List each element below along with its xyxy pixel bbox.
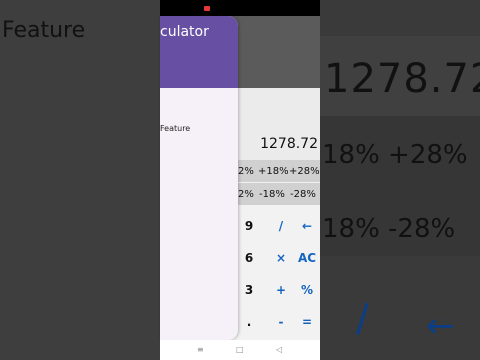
background-keys: / ← bbox=[320, 256, 480, 360]
percent-button-plus-18[interactable]: +18% bbox=[258, 166, 289, 177]
percent-button-minus-2[interactable]: 2% bbox=[238, 189, 254, 200]
key-3[interactable]: 3 bbox=[234, 278, 264, 302]
key-percent[interactable]: % bbox=[292, 278, 320, 302]
percent-button-minus-28[interactable]: -28% bbox=[290, 189, 316, 200]
background-display: 1278.72 bbox=[320, 36, 480, 116]
menu-icon[interactable]: ≡ bbox=[197, 345, 204, 354]
percent-button-plus-2[interactable]: 2% bbox=[238, 166, 254, 177]
drawer-header: culator bbox=[160, 16, 238, 88]
percent-row-plus: 2% +18% +28% bbox=[238, 160, 320, 182]
back-triangle-icon[interactable]: ◁ bbox=[276, 345, 282, 354]
drawer-item-feature[interactable]: Feature bbox=[160, 124, 190, 133]
key-decimal[interactable]: . bbox=[234, 310, 264, 334]
percent-row-minus: 2% -18% -28% bbox=[238, 183, 320, 205]
percent-button-plus-28[interactable]: +28% bbox=[289, 166, 320, 177]
background-feature-text: Feature bbox=[2, 18, 86, 43]
background-divide-key: / bbox=[356, 296, 369, 340]
key-9[interactable]: 9 bbox=[234, 214, 264, 238]
background-pct-row-2: 18% -28% bbox=[320, 190, 480, 256]
background-left-panel: Feature bbox=[0, 0, 160, 360]
key-clear[interactable]: AC bbox=[292, 246, 320, 270]
background-backspace-key: ← bbox=[426, 306, 455, 346]
recording-indicator-icon bbox=[204, 6, 210, 11]
key-6[interactable]: 6 bbox=[234, 246, 264, 270]
key-backspace[interactable]: ← bbox=[292, 214, 320, 238]
display-value: 1278.72 bbox=[260, 136, 318, 152]
status-bar bbox=[160, 0, 320, 16]
background-pct-row-1: 18% +28% bbox=[320, 116, 480, 190]
drawer-title: culator bbox=[160, 24, 209, 40]
background-right-panel: 1278.72 18% +28% 18% -28% / ← bbox=[320, 0, 480, 360]
key-equals[interactable]: = bbox=[292, 310, 320, 334]
percent-button-minus-18[interactable]: -18% bbox=[259, 189, 285, 200]
background-pct-row-2-text: 18% -28% bbox=[322, 214, 456, 244]
navigation-drawer: culator Feature bbox=[160, 16, 238, 340]
home-square-icon[interactable]: □ bbox=[236, 345, 244, 354]
background-display-value: 1278.72 bbox=[324, 56, 480, 102]
system-navigation-bar: ≡ □ ◁ bbox=[160, 340, 320, 360]
background-pct-row-1-text: 18% +28% bbox=[322, 140, 468, 170]
